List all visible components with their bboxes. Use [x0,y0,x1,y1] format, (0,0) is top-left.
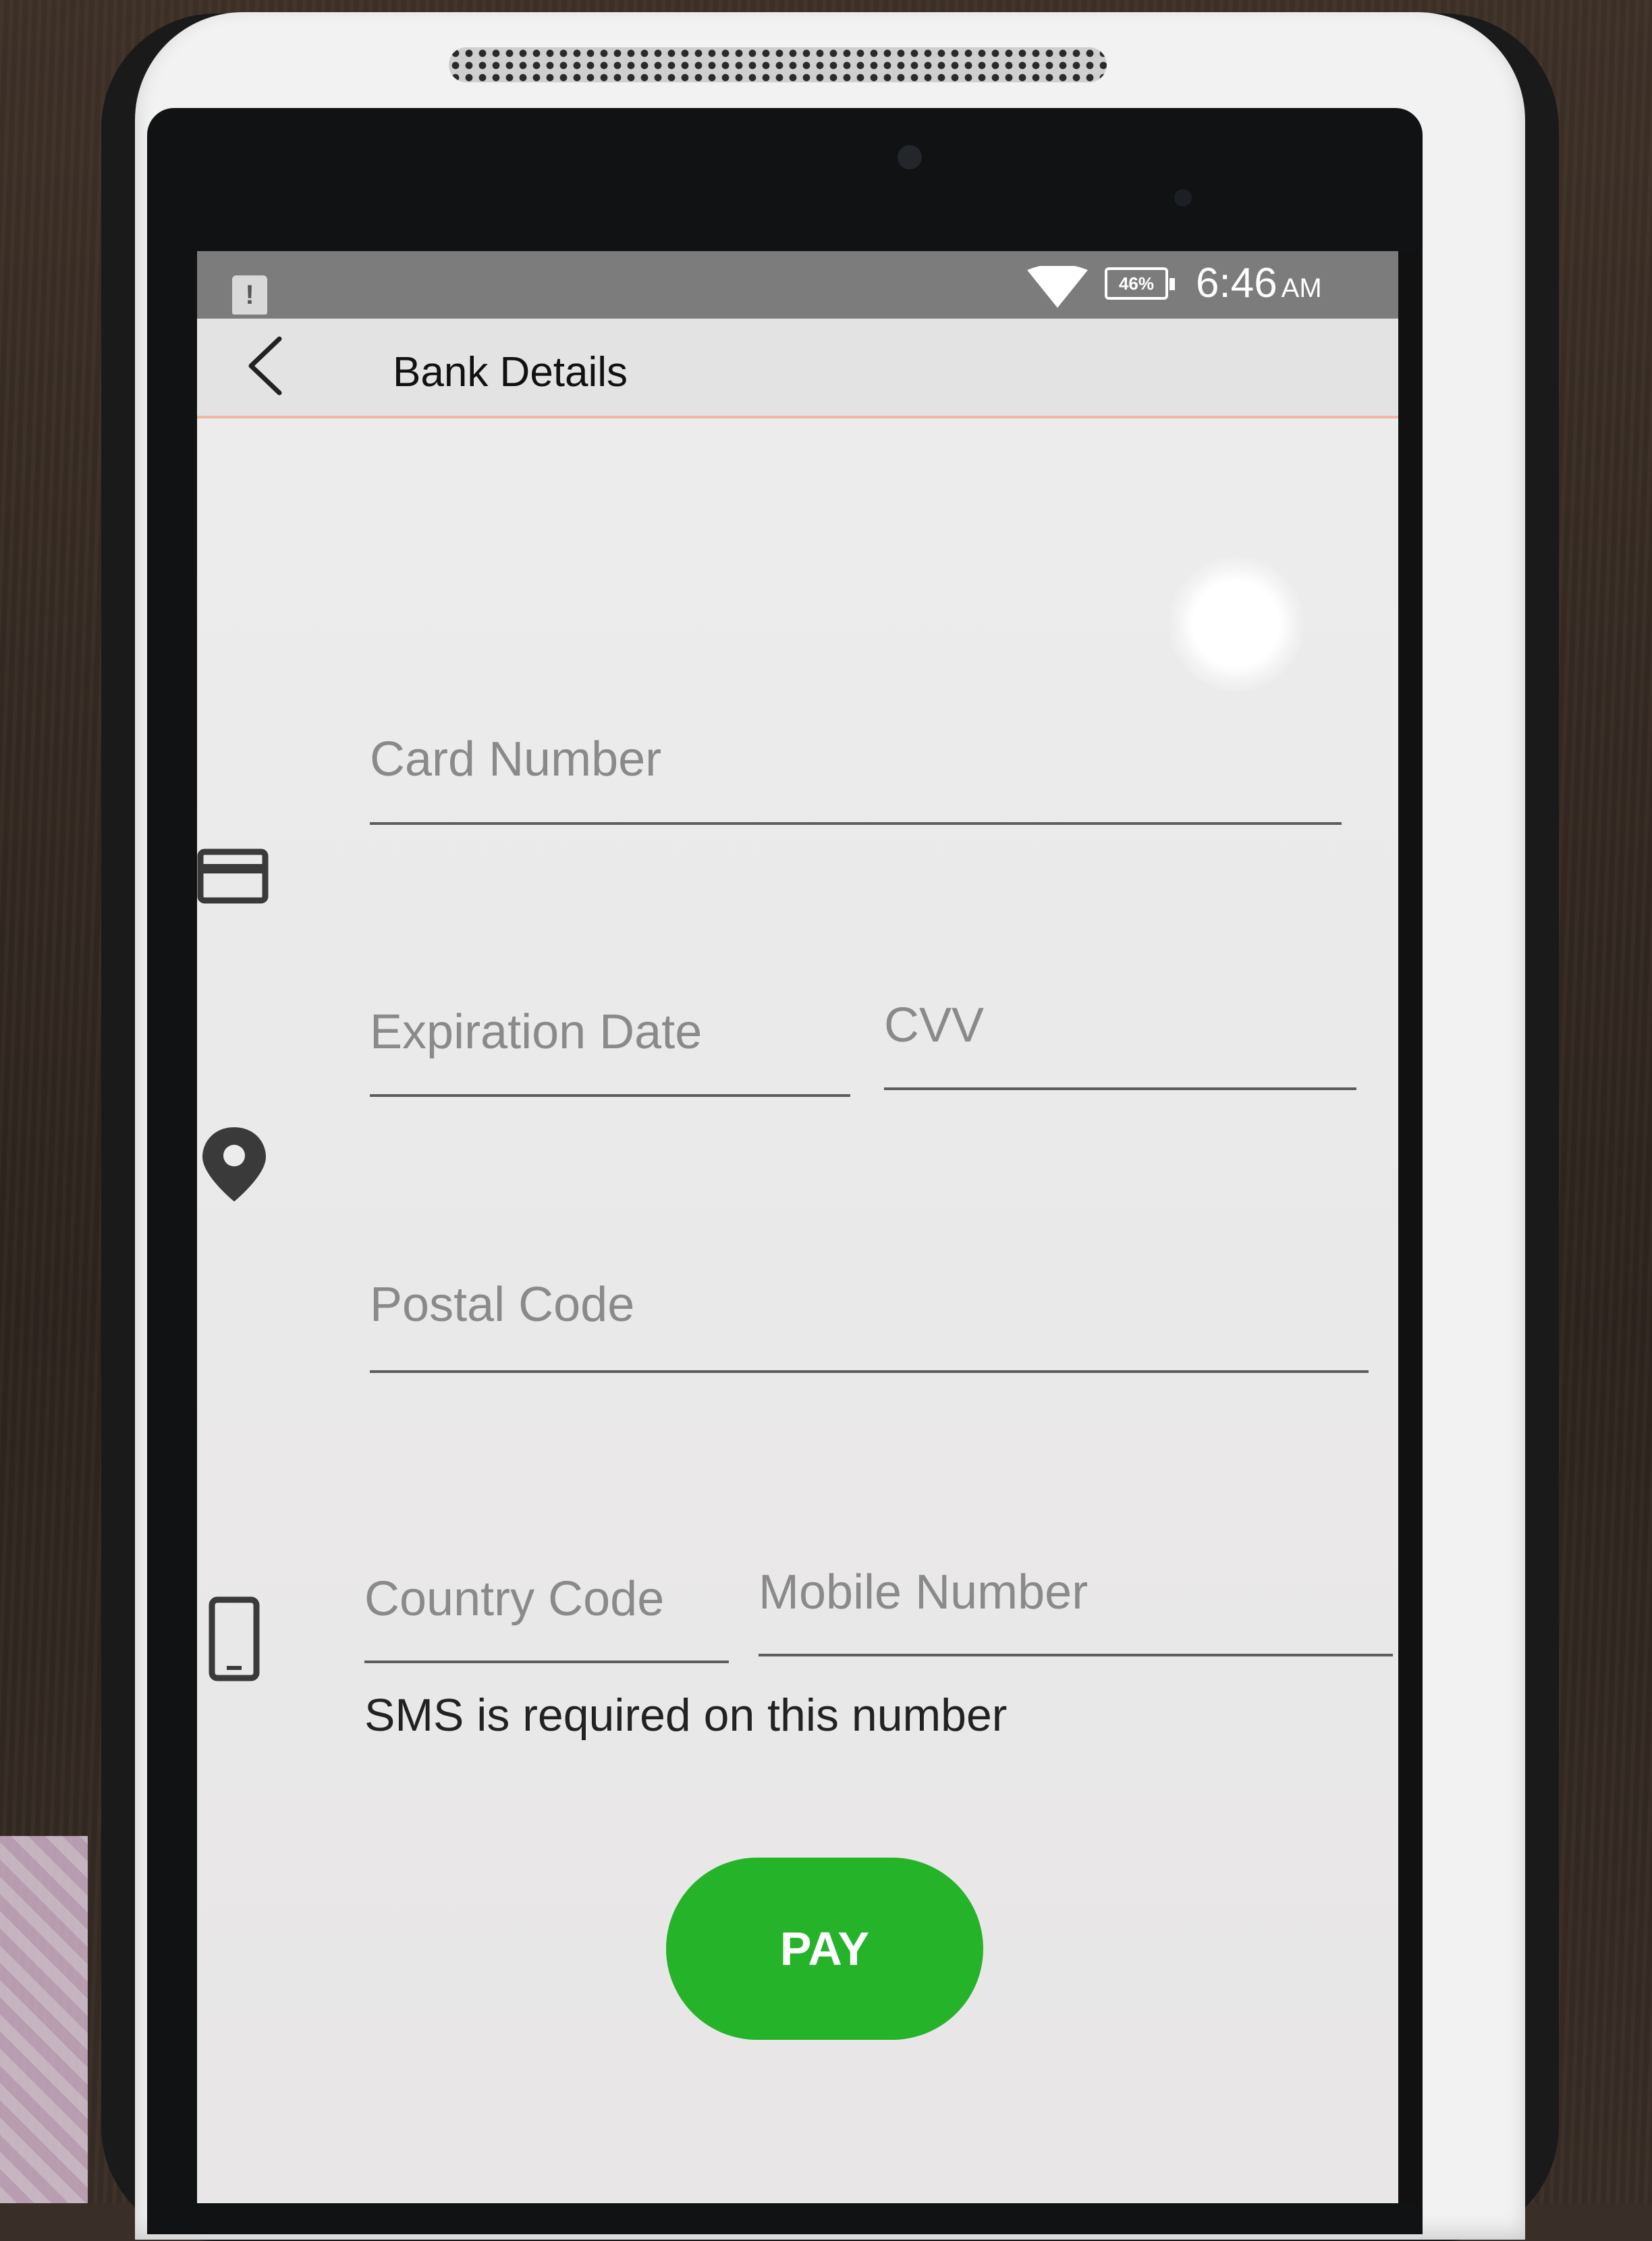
proximity-sensor [1174,189,1192,207]
card-number-field[interactable]: Card Number [370,702,1342,825]
location-pin-icon [202,1127,266,1202]
credit-card-icon [197,848,269,904]
clock-time: 6:46 [1196,260,1277,306]
sms-helper-text: SMS is required on this number [364,1690,1008,1741]
country-code-field[interactable]: Country Code [364,1542,729,1663]
status-clock: 6:46 AM [1196,259,1322,307]
phone-screen: ! 46% 6:46 AM Bank Details Card Number Ex… [197,251,1398,2203]
bank-details-form: Card Number Expiration Date CVV Postal C… [197,421,1398,2203]
pay-button[interactable]: PAY [666,1858,983,2040]
light-glare [1169,556,1304,691]
status-bar: ! 46% 6:46 AM [197,251,1398,319]
expiration-date-placeholder: Expiration Date [370,1005,703,1059]
app-bar: Bank Details [197,319,1398,418]
mobile-number-underline [759,1654,1393,1656]
mobile-phone-icon [209,1596,260,1681]
mobile-number-field[interactable]: Mobile Number [759,1535,1393,1656]
mobile-number-placeholder: Mobile Number [759,1565,1089,1619]
expiration-date-underline [370,1094,850,1097]
chevron-left-icon[interactable] [244,332,285,400]
phone-frame-edge [1398,251,1423,2203]
page-title: Bank Details [393,349,628,396]
cloth-background [0,1836,88,2203]
cvv-field[interactable]: CVV [884,972,1356,1090]
phone-speaker-grille [449,47,1107,82]
postal-code-underline [370,1370,1369,1373]
battery-icon: 46% [1105,267,1175,300]
card-number-placeholder: Card Number [370,732,662,786]
cvv-underline [884,1087,1356,1090]
card-number-underline [370,822,1342,825]
country-code-underline [364,1660,729,1663]
postal-code-field[interactable]: Postal Code [370,1250,1369,1373]
wifi-icon [1027,266,1088,308]
front-camera [898,145,922,169]
country-code-placeholder: Country Code [364,1572,665,1626]
expiration-date-field[interactable]: Expiration Date [370,979,850,1097]
cvv-placeholder: CVV [884,998,985,1052]
notification-alert-icon: ! [232,275,267,315]
clock-ampm: AM [1281,273,1322,303]
postal-code-placeholder: Postal Code [370,1278,635,1332]
